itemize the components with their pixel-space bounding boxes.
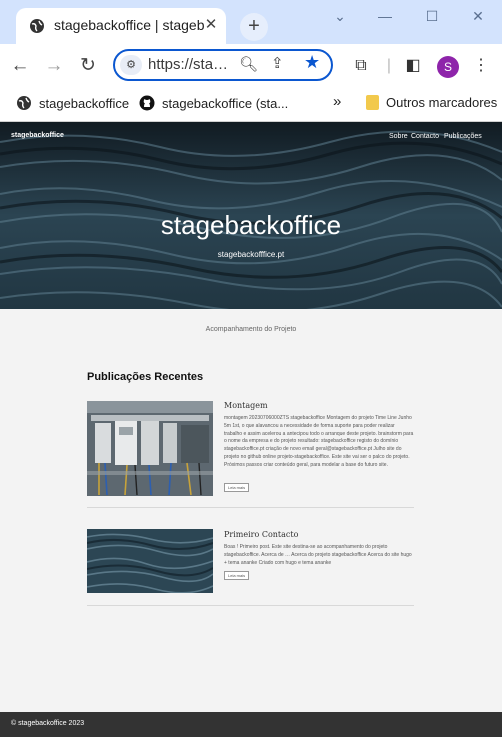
new-tab-button[interactable]: + [240,13,268,41]
post-excerpt: Boas ! Primeiro post. Este site destina-… [224,544,412,566]
post-thumbnail-electrical-panel[interactable] [87,401,213,496]
bookmark-item[interactable]: stagebackoffice [16,95,129,111]
tab-search-chevron-icon[interactable]: ⌄ [330,6,350,26]
browser-chrome: stagebackoffice | stagebackoffice ✕ + ⌄ … [0,0,502,122]
share-icon[interactable]: ⇪ [271,54,284,72]
footer-copyright: © stagebackoffice 2023 [11,720,85,727]
nav-link-sobre[interactable]: Sobre [389,133,408,140]
more-bookmarks-chevron-icon[interactable]: » [333,93,341,110]
address-bar[interactable]: ⚙ https://stagebackoffice.pt 🔍︎ ⇪ ★ [113,49,333,81]
bookmark-star-icon[interactable]: ★ [304,52,320,73]
bookmark-label: stagebackoffice [39,96,130,111]
read-more-button[interactable]: Leia mais [224,483,250,492]
back-arrow-icon[interactable]: ← [8,54,32,78]
post-card: Montagem montagem 20230706000ZTS stageba… [87,401,414,509]
other-bookmarks-label: Outros marcadores [386,95,498,110]
active-tab[interactable]: stagebackoffice | stagebackoffice ✕ [16,8,226,44]
folder-icon [366,95,379,110]
side-panel-icon[interactable]: ◧ [402,55,424,77]
reload-icon[interactable]: ↻ [76,54,100,78]
post-thumbnail-sand-dunes[interactable] [87,529,213,593]
recent-posts-heading: Publicações Recentes [87,371,204,383]
toolbar-divider: | [386,57,392,74]
post-divider [87,507,414,508]
globe-icon [17,96,31,110]
site-brand-link[interactable]: stagebackoffice [11,132,64,139]
bookmark-label: stagebackoffice (sta... [162,96,289,111]
url-text[interactable]: https://stagebackoffice.pt [148,56,232,73]
hero-title: stagebackoffice [160,210,342,240]
site-info-icon[interactable]: ⚙ [120,55,142,75]
zoom-icon[interactable]: 🔍︎ [239,55,258,73]
hero-subtitle: stagebackofffice.pt [217,250,285,259]
github-icon [139,95,155,111]
close-tab-icon[interactable]: ✕ [202,16,220,34]
bookmark-item[interactable]: stagebackoffice (sta... [139,95,288,111]
extensions-icon[interactable]: ⧉ [350,55,372,77]
profile-avatar[interactable]: S [437,56,459,78]
browser-toolbar: ← → ↻ ⚙ https://stagebackoffice.pt 🔍︎ ⇪ … [0,44,502,88]
forward-arrow-icon[interactable]: → [42,54,66,78]
site-tagline: Acompanhamento do Projeto [205,326,297,333]
post-excerpt: montagem 20230706000ZTS stagebackoffice … [224,415,414,468]
nav-link-publicacoes[interactable]: Publicações [444,133,482,140]
post-title[interactable]: Primeiro Contacto [224,530,298,539]
post-card: Primeiro Contacto Boas ! Primeiro post. … [87,529,414,607]
menu-kebab-icon[interactable]: ⋮ [470,55,492,77]
other-bookmarks-folder[interactable]: Outros marcadores [366,95,497,110]
minimize-icon[interactable]: — [375,6,395,26]
site-footer: © stagebackoffice 2023 [0,712,502,737]
read-more-button[interactable]: Leia mais [224,571,250,580]
post-title[interactable]: Montagem [224,401,268,410]
close-window-icon[interactable]: ✕ [468,6,488,26]
post-divider [87,605,414,606]
nav-link-contacto[interactable]: Contacto [411,133,439,140]
maximize-icon[interactable]: ☐ [422,6,442,26]
globe-icon [30,19,44,33]
tab-title: stagebackoffice | stagebackoffice [54,17,204,33]
bookmarks-bar: stagebackoffice stagebackoffice (sta... … [0,88,502,122]
tab-strip: stagebackoffice | stagebackoffice ✕ + ⌄ … [0,0,502,44]
